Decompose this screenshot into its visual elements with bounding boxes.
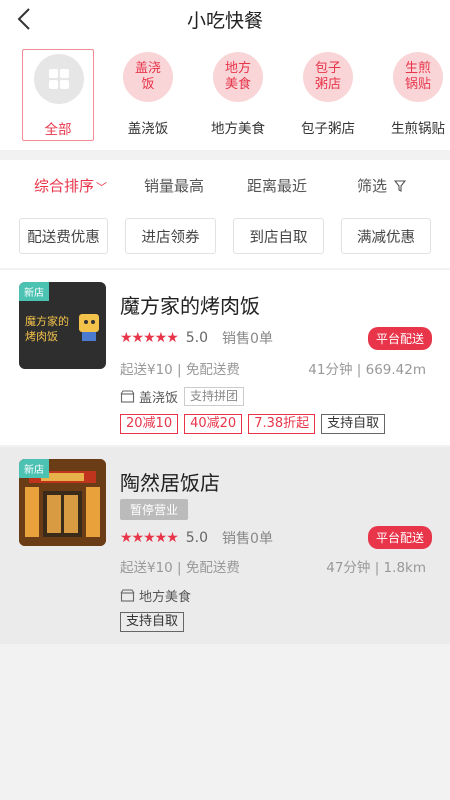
category-icon: 盖浇饭 <box>123 52 173 102</box>
shop-icon <box>120 589 135 602</box>
chip-delivery-discount[interactable]: 配送费优惠 <box>19 218 108 254</box>
category-icon: 包子粥店 <box>303 52 353 102</box>
star-rating-icon: ★★★★★ <box>120 530 179 546</box>
category-text: 地方美食 <box>139 590 192 605</box>
new-shop-badge: 新店 <box>19 282 49 301</box>
chip-full-reduction[interactable]: 满减优惠 <box>341 218 431 254</box>
chip-pickup[interactable]: 到店自取 <box>233 218 324 254</box>
category-icon: 地方美食 <box>213 52 263 102</box>
shop-logo-text: 魔方家的烤肉饭 <box>25 315 69 343</box>
shop-category: 地方美食 <box>120 586 191 605</box>
shop-card[interactable]: 新店 魔方家的烤肉饭 魔方家的烤肉饭 ★★★★★ 5.0 销售0单 平台配送 起… <box>0 270 450 445</box>
category-icon: 生煎锅贴 <box>393 52 443 102</box>
chip-coupon[interactable]: 进店领券 <box>125 218 216 254</box>
sort-distance[interactable]: 距离最近 <box>247 175 307 196</box>
delivery-time-distance: 41分钟 | 669.42m <box>308 362 426 378</box>
page-title: 小吃快餐 <box>186 10 263 32</box>
rating-value: 5.0 <box>185 530 209 546</box>
promo-tags: 20减10 40减20 7.38折起 支持自取 <box>120 414 391 434</box>
promo-tag: 20减10 <box>120 414 179 434</box>
sort-sales[interactable]: 销量最高 <box>144 175 204 196</box>
category-label: 地方美食 <box>211 121 265 137</box>
grid-icon <box>34 54 84 104</box>
sort-bar: 综合排序 ﹀ 销量最高 距离最近 筛选 <box>0 160 450 208</box>
shop-icon <box>120 390 135 403</box>
category-shengjian[interactable]: 生煎锅贴 生煎锅贴 <box>382 49 450 141</box>
sort-comprehensive[interactable]: 综合排序 ﹀ <box>34 175 107 196</box>
new-shop-badge: 新店 <box>19 459 49 478</box>
shop-thumbnail: 新店 <box>19 459 106 546</box>
category-gaijiaofan[interactable]: 盖浇饭 盖浇饭 <box>112 49 184 141</box>
sales-count: 销售0单 <box>222 331 273 347</box>
rating-row: ★★★★★ 5.0 销售0单 <box>120 328 273 348</box>
promo-tag: 7.38折起 <box>248 414 316 434</box>
rating-value: 5.0 <box>185 330 209 346</box>
platform-delivery-badge: 平台配送 <box>367 526 432 549</box>
shop-name: 魔方家的烤肉饭 <box>120 294 260 318</box>
promo-tag: 40减20 <box>184 414 243 434</box>
shop-card[interactable]: 新店 陶然居饭店 暂停营业 ★★★★★ 5.0 销售0单 平台配送 起送¥10 … <box>0 447 450 644</box>
category-baozi-porridge[interactable]: 包子粥店 包子粥店 <box>292 49 364 141</box>
category-label: 生煎锅贴 <box>391 121 445 137</box>
mascot-icon <box>79 314 99 341</box>
top-bar: 小吃快餐 <box>0 0 450 40</box>
category-label: 全部 <box>44 122 72 138</box>
category-label: 盖浇饭 <box>127 121 169 137</box>
delivery-time-distance: 47分钟 | 1.8km <box>326 560 426 576</box>
min-order: 起送¥10 | 免配送费 <box>120 560 240 576</box>
shop-name: 陶然居饭店 <box>120 471 220 495</box>
category-local-food[interactable]: 地方美食 地方美食 <box>202 49 274 141</box>
closed-badge: 暂停营业 <box>120 499 189 520</box>
promo-tags: 支持自取 <box>120 612 190 632</box>
sales-count: 销售0单 <box>222 531 273 547</box>
funnel-icon <box>393 180 406 192</box>
shop-thumbnail: 新店 魔方家的烤肉饭 <box>19 282 106 369</box>
pickup-tag: 支持自取 <box>321 414 386 434</box>
category-label: 包子粥店 <box>301 121 355 137</box>
shop-category: 盖浇饭 支持拼团 <box>120 387 245 406</box>
group-buy-tag: 支持拼团 <box>184 387 245 406</box>
chevron-down-icon: ﹀ <box>96 181 108 194</box>
filter-chips: 配送费优惠 进店领券 到店自取 满减优惠 <box>0 208 450 268</box>
pickup-tag: 支持自取 <box>120 612 185 632</box>
rating-row: ★★★★★ 5.0 销售0单 <box>120 528 273 548</box>
filter-button[interactable]: 筛选 <box>357 175 406 196</box>
platform-delivery-badge: 平台配送 <box>367 327 432 350</box>
category-text: 盖浇饭 <box>139 391 179 406</box>
category-all[interactable]: 全部 <box>22 49 94 141</box>
category-bar: 全部 盖浇饭 盖浇饭 地方美食 地方美食 包子粥店 包子粥店 生煎锅贴 生煎锅贴 <box>0 40 450 150</box>
min-order: 起送¥10 | 免配送费 <box>120 362 240 378</box>
star-rating-icon: ★★★★★ <box>120 330 179 346</box>
